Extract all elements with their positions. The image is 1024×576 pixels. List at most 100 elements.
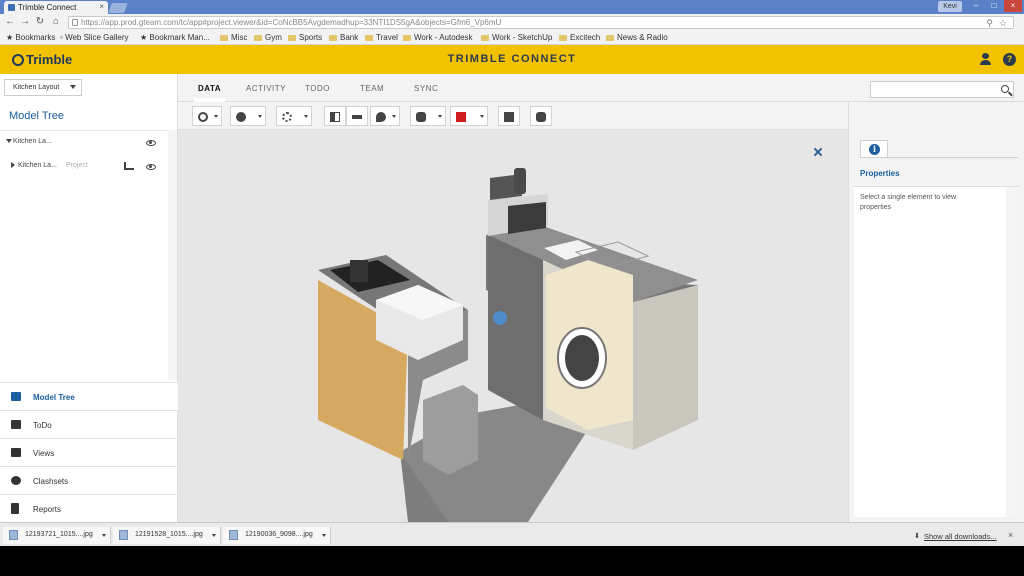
tree-scrollbar[interactable] [168,130,177,380]
tree-row-label: Kitchen La... [18,162,57,169]
nav-views[interactable]: Views [0,438,178,466]
search-icon[interactable] [1001,85,1009,93]
hierarchy-icon[interactable] [124,162,134,170]
tab-data[interactable]: DATA [193,84,226,102]
expand-down-icon[interactable] [6,139,12,143]
snapshot-icon [504,112,514,122]
todo-icon [11,420,21,429]
bookmark-item[interactable]: ★ Bookmark Man... [140,33,210,42]
info-tab[interactable]: i [860,140,888,158]
download-icon: ⬇ [914,533,920,540]
measure-button[interactable] [346,106,368,126]
bookmark-folder[interactable]: News & Radio [606,33,668,42]
chevron-down-icon[interactable] [212,534,216,537]
address-bar[interactable]: https://app.prod.gteam.com/tc/app#projec… [68,16,1014,29]
color-swatch-icon [456,112,466,122]
eye-icon[interactable] [146,164,156,170]
back-icon[interactable]: ← [4,16,16,28]
app-header: Trimble TRIMBLE CONNECT ? [0,45,1024,74]
reload-icon[interactable]: ↻ [34,16,46,28]
browser-tab-title: Trimble Connect [18,3,77,12]
nav-clashsets[interactable]: Clashsets [0,466,178,494]
bookmark-folder[interactable]: Work - SketchUp [481,33,552,42]
bookmark-star-icon[interactable]: ☆ [999,18,1007,28]
kitchen-model-render[interactable] [178,130,848,522]
measure-icon [352,115,362,119]
tree-row-model[interactable]: Kitchen La... Project [0,158,168,174]
nav-model-tree[interactable]: Model Tree [0,382,178,410]
bookmark-folder[interactable]: Misc [220,33,247,42]
maximize-icon[interactable]: □ [986,0,1002,12]
close-window-icon[interactable]: × [1004,0,1022,12]
nav-todo[interactable]: ToDo [0,410,178,438]
user-icon[interactable] [979,53,992,66]
browser-tabstrip: Trimble Connect × Kevi – □ × [0,0,1024,14]
download-item[interactable]: 12191528_1015....jpg [113,527,221,544]
chevron-down-icon[interactable] [322,534,326,537]
settings-icon [536,112,546,122]
tree-row-sublabel: Project [66,162,88,169]
image-file-icon [119,530,128,540]
eye-icon[interactable] [146,140,156,146]
forward-icon[interactable]: → [19,16,31,28]
chevron-down-icon[interactable] [102,534,106,537]
bookmark-folder[interactable]: Travel [365,33,398,42]
expand-right-icon[interactable] [11,162,15,168]
tab-team[interactable]: TEAM [360,84,384,93]
right-panel: i Properties Select a single element to … [848,102,1024,522]
nav-reports[interactable]: Reports [0,494,178,522]
folder-icon [559,35,567,41]
section-tool-button[interactable] [276,106,312,126]
color-button[interactable] [450,106,488,126]
chevron-down-icon [480,115,484,118]
properties-scrollbar[interactable] [1006,187,1015,517]
bookmarks-star-icon: ★ [6,33,16,42]
view-cube-icon [236,112,246,122]
3d-viewport[interactable] [178,130,848,522]
help-icon[interactable]: ? [1003,53,1016,66]
minimize-icon[interactable]: – [968,0,984,12]
app-title: TRIMBLE CONNECT [447,53,577,65]
markup-icon [376,112,386,122]
properties-body: Select a single element to view properti… [854,187,1006,517]
tab-sync[interactable]: SYNC [414,84,438,93]
bookmark-folder[interactable]: Gym [254,33,282,42]
show-all-downloads-link[interactable]: Show all downloads... [924,532,997,541]
visibility-button[interactable] [410,106,446,126]
home-icon[interactable]: ⌂ [50,16,62,28]
bookmark-folder[interactable]: Sports [288,33,322,42]
folder-icon [403,35,411,41]
bookmark-folder[interactable]: Excitech [559,33,600,42]
navigation-mode-button[interactable] [192,106,222,126]
model-tree-title: Model Tree [9,110,65,122]
tab-activity[interactable]: ACTIVITY [246,84,286,93]
project-selector[interactable]: Kitchen Layout [4,79,82,96]
bookmark-folder[interactable]: Work - Autodesk [403,33,473,42]
close-downloads-icon[interactable]: × [1008,530,1013,540]
trimble-logo[interactable]: Trimble [12,52,72,67]
main-tabs-bar: DATA ACTIVITY TODO TEAM SYNC [178,74,1024,102]
download-item[interactable]: 12190036_9098....jpg [223,527,331,544]
info-icon: i [869,144,880,155]
new-tab-button[interactable] [108,3,128,13]
project-selector-label: Kitchen Layout [13,84,60,91]
snapshot-button[interactable] [498,106,520,126]
tab-todo[interactable]: TODO [305,84,330,93]
bookmark-item[interactable]: ★ Bookmarks [6,33,55,42]
close-tab-icon[interactable]: × [99,2,104,11]
folder-icon [329,35,337,41]
panel-toggle-button[interactable] [324,106,346,126]
settings-button[interactable] [530,106,552,126]
view-preset-button[interactable] [230,106,266,126]
search-input[interactable] [870,81,1014,98]
tree-row-root[interactable]: Kitchen La... [0,135,168,151]
model-tree-icon [11,392,21,401]
bookmark-folder[interactable]: Bank [329,33,358,42]
download-item[interactable]: 12193721_1015....jpg [3,527,111,544]
split-view-icon [330,112,340,122]
browser-user-chip[interactable]: Kevi [938,1,962,12]
browser-tab[interactable]: Trimble Connect × [4,1,108,14]
bookmark-item[interactable]: ▫ Web Slice Gallery [60,33,129,42]
location-icon[interactable]: ⚲ [986,18,993,28]
markup-button[interactable] [370,106,400,126]
